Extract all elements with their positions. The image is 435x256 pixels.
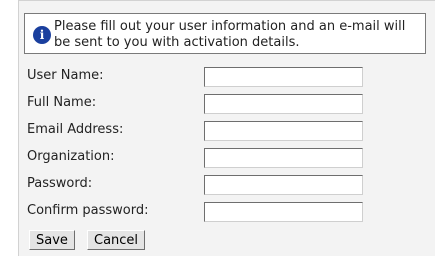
email-address-input[interactable]: [204, 121, 363, 141]
full-name-label: Full Name:: [27, 95, 97, 110]
full-name-input[interactable]: [204, 94, 363, 114]
confirm-password-label: Confirm password:: [27, 203, 149, 218]
cancel-button[interactable]: Cancel: [87, 230, 146, 250]
info-icon: i: [33, 26, 51, 44]
organization-label: Organization:: [27, 149, 115, 164]
user-name-label: User Name:: [27, 68, 104, 83]
email-address-label: Email Address:: [27, 122, 124, 137]
user-name-input[interactable]: [204, 67, 363, 87]
info-message: Please fill out your user information an…: [54, 19, 406, 50]
organization-input[interactable]: [204, 148, 363, 168]
password-input[interactable]: [204, 175, 363, 195]
save-button[interactable]: Save: [29, 230, 75, 250]
password-label: Password:: [27, 176, 93, 191]
confirm-password-input[interactable]: [204, 202, 363, 222]
